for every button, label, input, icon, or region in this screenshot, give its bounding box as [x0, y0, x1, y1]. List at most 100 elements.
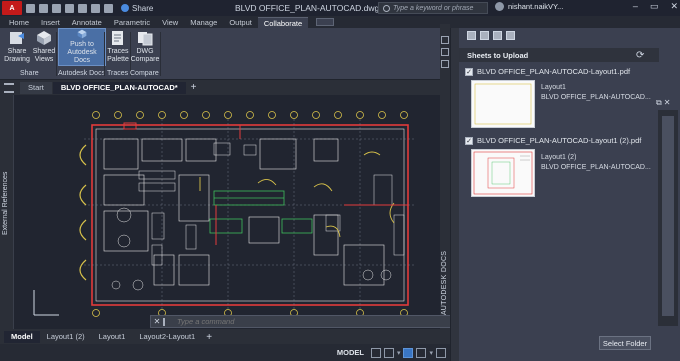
tab-home[interactable]: Home — [3, 17, 35, 28]
sheet-preview — [474, 83, 532, 125]
palette-toolbar — [467, 31, 515, 40]
autodesk-docs-panel-label: Autodesk Docs — [58, 70, 106, 77]
close-icon[interactable]: ✕ — [151, 317, 163, 326]
tab-model[interactable]: Model — [4, 331, 40, 343]
push-to-docs-palette: Sheets to Upload ⟳ ✓ BLVD OFFICE_PLAN-AU… — [450, 28, 680, 361]
new-tab-button[interactable]: + — [191, 82, 197, 93]
share-drawing-button[interactable]: Share Drawing — [3, 30, 31, 64]
compare-panel-label: Compare — [130, 70, 159, 77]
sheet-thumbnail[interactable] — [471, 80, 535, 128]
tab-output[interactable]: Output — [223, 17, 258, 28]
new-layout-button[interactable]: + — [206, 332, 212, 343]
search-icon — [383, 4, 390, 12]
add-sheet-icon[interactable] — [467, 31, 476, 40]
upload-icon[interactable] — [506, 31, 515, 40]
push-docs-label: Push to Autodesk Docs — [67, 41, 97, 64]
autohide-icon[interactable] — [441, 48, 449, 56]
save-icon[interactable] — [52, 3, 61, 13]
ribbon-options-icon[interactable] — [316, 18, 335, 26]
command-input[interactable] — [177, 317, 497, 326]
tab-parametric[interactable]: Parametric — [108, 17, 156, 28]
share-label: Share — [132, 3, 154, 13]
shared-views-icon — [37, 31, 51, 45]
sheet-thumbnail[interactable] — [471, 149, 535, 197]
snap-icon[interactable] — [383, 347, 394, 358]
tab-insert[interactable]: Insert — [35, 17, 66, 28]
search-box[interactable]: Type a keyword or phrase — [378, 2, 488, 14]
title-bar: A Share BLVD OFFICE_PLAN-AUTOCAD.dwg Typ… — [0, 0, 680, 16]
side-scrollbar[interactable] — [658, 110, 678, 326]
dwg-compare-label: DWG Compare — [130, 48, 160, 63]
autocad-logo[interactable]: A — [2, 1, 22, 15]
ribbon-tabs: Home Insert Annotate Parametric View Man… — [0, 16, 680, 28]
status-bar: MODEL ▾ ▾ — [0, 344, 450, 361]
redo-icon[interactable] — [104, 3, 113, 13]
tab-layout1-2[interactable]: Layout1 (2) — [40, 331, 92, 343]
tab-layout1[interactable]: Layout1 — [92, 331, 133, 343]
close-palette-icon[interactable] — [441, 36, 449, 44]
tab-view[interactable]: View — [156, 17, 184, 28]
sheets-to-upload-title: Sheets to Upload — [467, 50, 529, 60]
osnap-icon[interactable] — [436, 347, 446, 358]
tab-active-drawing[interactable]: BLVD OFFICE_PLAN-AUTOCAD* — [52, 81, 186, 94]
close-icon[interactable]: ✕ — [670, 1, 678, 12]
model-space-label[interactable]: MODEL — [337, 348, 364, 357]
file-name: BLVD OFFICE_PLAN-AUTOCAD-Layout1.pdf — [477, 67, 631, 76]
tab-manage[interactable]: Manage — [184, 17, 223, 28]
share-drawing-label: Share Drawing — [4, 48, 30, 63]
traces-panel-label: Traces — [107, 70, 129, 77]
sheet-source-name: BLVD OFFICE_PLAN-AUTOCAD... — [541, 94, 651, 101]
user-name: nishant.naikVY... — [508, 2, 564, 11]
user-menu[interactable]: nishant.naikVY... — [495, 2, 563, 11]
undo-icon[interactable] — [91, 3, 100, 13]
share-panel-label: Share — [20, 70, 39, 77]
chevron-down-icon[interactable]: ▾ — [397, 349, 401, 357]
polar-icon[interactable] — [416, 347, 427, 358]
scrollbar-thumb[interactable] — [662, 116, 674, 316]
minimize-icon[interactable]: – — [633, 1, 638, 12]
ortho-icon[interactable] — [403, 347, 414, 358]
sheet-layout-name: Layout1 — [541, 84, 566, 91]
tab-annotate[interactable]: Annotate — [66, 17, 108, 28]
file-entry[interactable]: ✓ BLVD OFFICE_PLAN-AUTOCAD-Layout1.pdf — [465, 67, 630, 76]
traces-palette-button[interactable]: Traces Palette — [104, 30, 132, 64]
ribbon-panel: Share Drawing Shared Views Share Push to… — [0, 28, 450, 80]
external-references-palette[interactable]: External References — [0, 95, 14, 329]
remove-sheet-icon[interactable] — [480, 31, 489, 40]
saveas-icon[interactable] — [65, 3, 74, 13]
tab-collaborate[interactable]: Collaborate — [257, 17, 309, 28]
maximize-icon[interactable]: ▭ — [650, 1, 659, 12]
document-tabs: Start BLVD OFFICE_PLAN-AUTOCAD* + — [0, 81, 450, 94]
sheet-info: Layout1 BLVD OFFICE_PLAN-AUTOCAD... — [541, 83, 651, 103]
tab-start[interactable]: Start — [20, 81, 52, 94]
palette-window-icons: ⧉ ✕ — [656, 98, 670, 108]
select-folder-button[interactable]: Select Folder — [599, 336, 651, 350]
tab-layout2-layout1[interactable]: Layout2-Layout1 — [132, 331, 202, 343]
properties-icon[interactable] — [441, 60, 449, 68]
menu-icon[interactable] — [4, 82, 14, 93]
new-icon[interactable] — [26, 3, 35, 13]
wrench-icon[interactable] — [163, 317, 173, 326]
shared-views-label: Shared Views — [32, 48, 56, 63]
grid-icon[interactable] — [370, 347, 381, 358]
shared-views-button[interactable]: Shared Views — [30, 30, 58, 64]
sheet-source-name: BLVD OFFICE_PLAN-AUTOCAD... — [541, 164, 651, 171]
file-entry[interactable]: ✓ BLVD OFFICE_PLAN-AUTOCAD-Layout1 (2).p… — [465, 136, 641, 145]
ribbon-separator — [160, 32, 161, 76]
edit-sheet-icon[interactable] — [493, 31, 502, 40]
close-icon[interactable]: ✕ — [664, 98, 671, 108]
refresh-icon[interactable]: ⟳ — [636, 50, 644, 61]
drawing-canvas[interactable]: External References — [0, 95, 440, 329]
print-icon[interactable] — [78, 3, 87, 13]
file-checkbox[interactable]: ✓ — [465, 67, 473, 76]
chevron-down-icon[interactable]: ▾ — [429, 349, 433, 357]
share-button[interactable]: Share — [121, 4, 153, 13]
sheet-preview — [473, 151, 533, 195]
layout-tabs: Model Layout1 (2) Layout1 Layout2-Layout… — [0, 330, 450, 344]
restore-icon[interactable]: ⧉ — [656, 98, 662, 108]
push-to-autodesk-docs-button[interactable]: Push to Autodesk Docs — [58, 28, 106, 66]
dwg-compare-button[interactable]: DWG Compare — [131, 30, 159, 64]
open-icon[interactable] — [39, 3, 48, 13]
file-checkbox[interactable]: ✓ — [465, 136, 473, 145]
sheets-header: Sheets to Upload — [459, 48, 659, 62]
